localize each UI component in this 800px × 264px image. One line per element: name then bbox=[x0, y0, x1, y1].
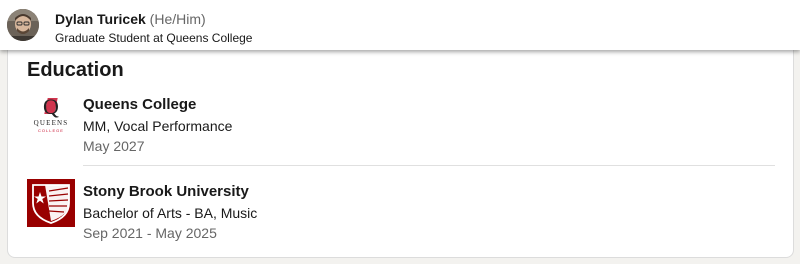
profile-pronouns: (He/Him) bbox=[149, 11, 206, 27]
entry-divider bbox=[83, 165, 775, 166]
stony-brook-shield-logo-icon[interactable] bbox=[27, 179, 75, 227]
profile-headline: Graduate Student at Queens College bbox=[55, 31, 253, 45]
degree-text: MM, Vocal Performance bbox=[83, 118, 233, 134]
profile-name[interactable]: Dylan Turicek bbox=[55, 11, 146, 27]
queens-college-logo-icon[interactable]: Q QUEENS COLLEGE bbox=[27, 96, 75, 144]
degree-text: Bachelor of Arts - BA, Music bbox=[83, 205, 258, 221]
sticky-profile-header: Dylan Turicek (He/Him) Graduate Student … bbox=[0, 0, 800, 50]
profile-name-row: Dylan Turicek (He/Him) bbox=[55, 10, 206, 28]
school-name[interactable]: Stony Brook University bbox=[83, 182, 249, 201]
queens-wordmark: QUEENS bbox=[33, 119, 69, 127]
date-range: Sep 2021 - May 2025 bbox=[83, 225, 217, 241]
profile-photo bbox=[7, 9, 39, 41]
shield-icon bbox=[27, 179, 75, 227]
section-title: Education bbox=[27, 59, 124, 81]
school-name[interactable]: Queens College bbox=[83, 95, 196, 114]
q-letter: Q bbox=[43, 94, 59, 119]
date-range: May 2027 bbox=[83, 138, 145, 154]
college-subtext: COLLEGE bbox=[38, 128, 64, 133]
avatar[interactable] bbox=[7, 9, 39, 41]
